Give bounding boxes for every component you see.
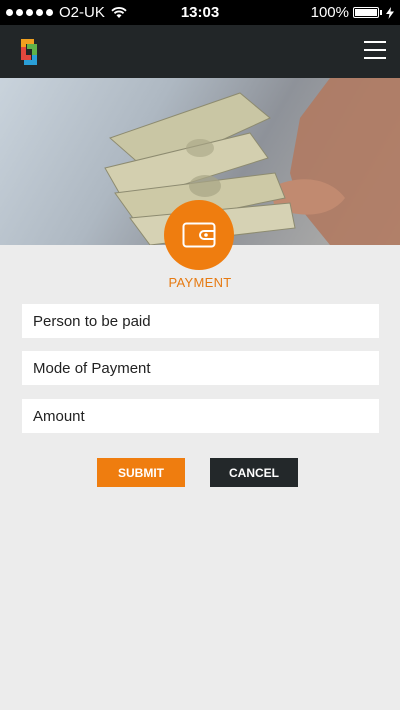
mode-of-payment-input[interactable] (22, 351, 379, 385)
battery-tip (380, 10, 382, 15)
hamburger-menu-icon[interactable] (364, 41, 386, 59)
amount-input[interactable] (22, 399, 379, 433)
status-bar: O2-UK 13:03 100% (0, 0, 400, 25)
payment-icon-circle (164, 200, 234, 270)
submit-button[interactable]: SUBMIT (97, 458, 185, 487)
person-to-be-paid-input[interactable] (22, 304, 379, 338)
payment-title: PAYMENT (168, 275, 232, 290)
cancel-button[interactable]: CANCEL (210, 458, 298, 487)
battery-percent: 100% (310, 4, 349, 21)
app-logo-icon[interactable] (12, 35, 46, 69)
battery-icon (353, 7, 379, 18)
wallet-icon (182, 222, 216, 248)
app-bar (0, 25, 400, 78)
charging-icon (386, 6, 394, 19)
status-right: 100% (311, 4, 394, 21)
